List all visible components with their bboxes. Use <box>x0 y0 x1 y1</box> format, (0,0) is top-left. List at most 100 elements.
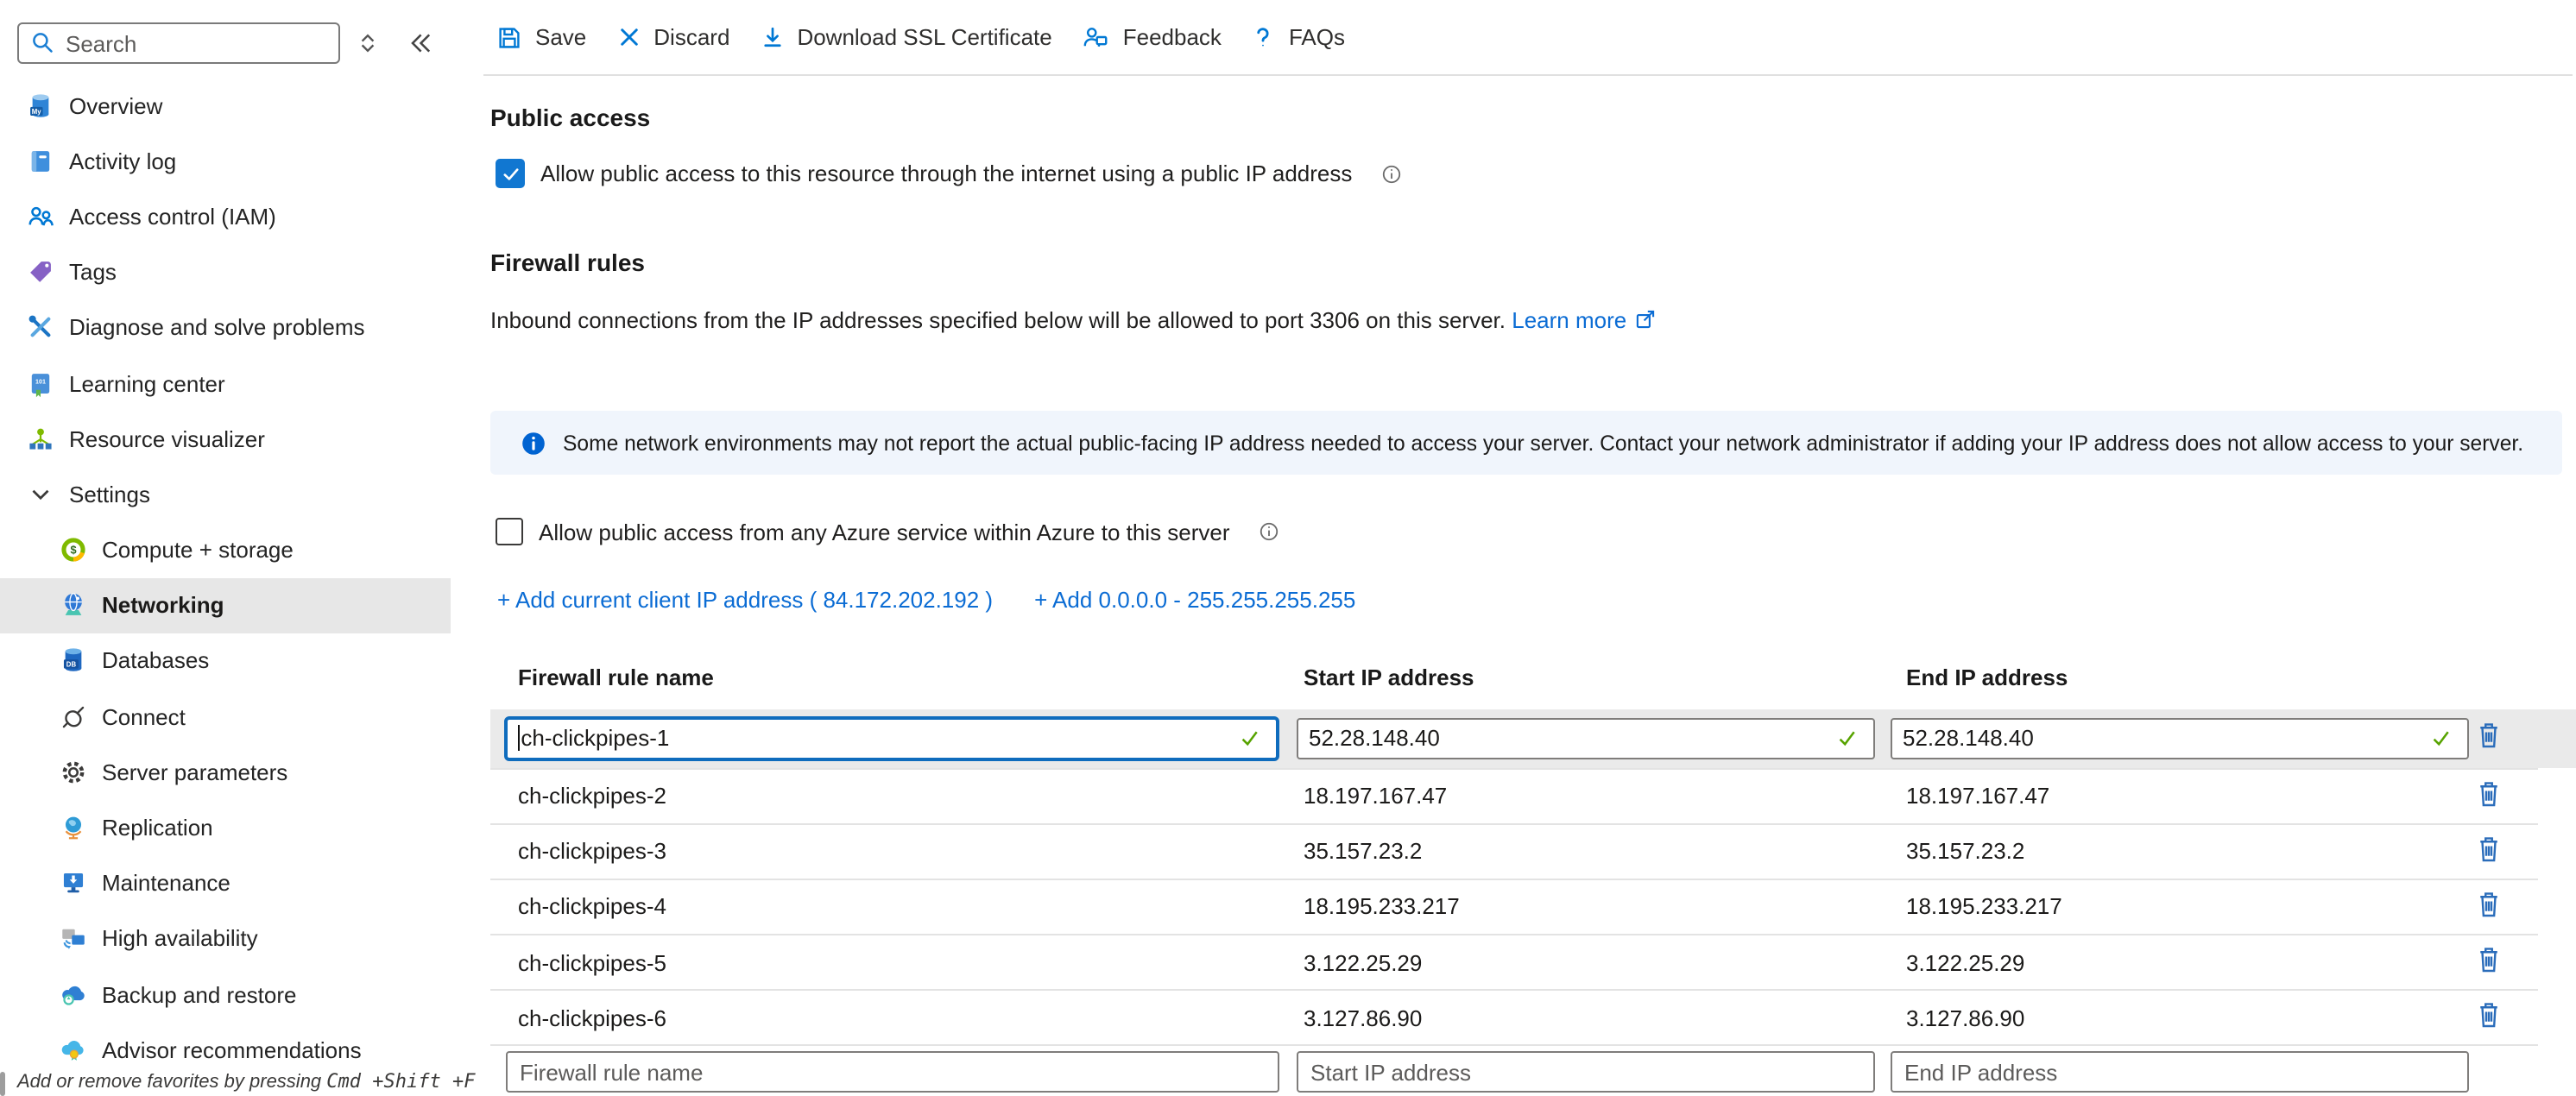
database-icon: DB <box>59 646 88 676</box>
svg-text:$: $ <box>70 544 76 557</box>
sidebar-item-replication[interactable]: Replication <box>0 800 451 855</box>
text-caret <box>518 725 520 751</box>
column-header-name: Firewall rule name <box>518 665 714 690</box>
sidebar-item-diagnose[interactable]: Diagnose and solve problems <box>0 300 451 356</box>
sidebar-item-compute-storage[interactable]: $ Compute + storage <box>0 522 451 577</box>
info-icon[interactable] <box>1380 161 1404 186</box>
new-rule-row <box>490 1041 2576 1094</box>
feedback-button[interactable]: Feedback <box>1082 22 1222 52</box>
sidebar-item-resource-visualizer[interactable]: Resource visualizer <box>0 411 451 466</box>
delete-rule-button[interactable] <box>2476 779 2502 809</box>
toolbar-divider <box>483 74 2573 76</box>
delete-rule-button[interactable] <box>2476 946 2502 975</box>
azure-services-checkbox-row: Allow public access from any Azure servi… <box>496 518 1282 545</box>
sidebar-group-settings[interactable]: Settings <box>0 467 451 522</box>
sidebar-search <box>17 22 340 64</box>
people-icon <box>26 202 55 231</box>
collapse-all-icon[interactable] <box>354 29 382 57</box>
plug-icon <box>59 702 88 731</box>
valid-check-icon <box>1238 726 1262 750</box>
scrollbar-sliver[interactable] <box>0 1072 5 1096</box>
discard-button[interactable]: Discard <box>616 24 729 50</box>
sidebar-item-connect[interactable]: Connect <box>0 689 451 744</box>
add-all-ips-link[interactable]: + Add 0.0.0.0 - 255.255.255.255 <box>1034 587 1355 613</box>
info-banner: Some network environments may not report… <box>490 411 2562 475</box>
sidebar-item-tags[interactable]: Tags <box>0 244 451 299</box>
sidebar-menu: My Overview Activity log Access control … <box>0 78 451 1078</box>
sidebar-item-server-parameters[interactable]: Server parameters <box>0 745 451 800</box>
table-row: ch-clickpipes-4 18.195.233.217 18.195.23… <box>490 880 2538 935</box>
high-availability-icon <box>59 924 88 954</box>
sidebar-item-activity-log[interactable]: Activity log <box>0 133 451 188</box>
collapse-sidebar-icon[interactable] <box>406 29 433 57</box>
table-row: ch-clickpipes-2 18.197.167.47 18.197.167… <box>490 769 2538 824</box>
valid-check-icon <box>2429 726 2453 750</box>
rule-name-input[interactable]: ch-clickpipes-1 <box>504 715 1279 760</box>
column-header-end-ip: End IP address <box>1906 665 2068 690</box>
public-access-checkbox-row: Allow public access to this resource thr… <box>496 159 1404 188</box>
azure-services-checkbox-label: Allow public access from any Azure servi… <box>539 519 1230 545</box>
maintenance-monitor-icon <box>59 868 88 898</box>
end-ip-input[interactable]: 52.28.148.40 <box>1891 717 2469 759</box>
search-icon <box>29 29 55 55</box>
advisor-icon <box>59 1036 88 1065</box>
search-input[interactable] <box>17 22 340 64</box>
firewall-rules-list: ch-clickpipes-2 18.197.167.47 18.197.167… <box>490 767 2538 1047</box>
sidebar-item-high-availability[interactable]: High availability <box>0 911 451 967</box>
sidebar-item-maintenance[interactable]: Maintenance <box>0 855 451 910</box>
firewall-edit-row: ch-clickpipes-1 52.28.148.40 52.28.148.4… <box>490 709 2576 767</box>
download-ssl-button[interactable]: Download SSL Certificate <box>759 24 1051 50</box>
command-bar: Save Discard Download SSL Certificate Fe… <box>496 0 1345 74</box>
external-link-icon <box>1633 307 1657 331</box>
valid-check-icon <box>1835 726 1859 750</box>
sidebar-item-databases[interactable]: DB Databases <box>0 633 451 689</box>
delete-rule-button[interactable] <box>2476 891 2502 920</box>
table-row: ch-clickpipes-3 35.157.23.2 35.157.23.2 <box>490 824 2538 879</box>
sidebar-item-networking[interactable]: Networking <box>0 577 451 633</box>
svg-text:DB: DB <box>66 661 77 669</box>
firewall-description: Inbound connections from the IP addresse… <box>490 307 1657 333</box>
learning-book-icon: 101 <box>26 368 55 398</box>
add-client-ip-link[interactable]: + Add current client IP address ( 84.172… <box>497 587 993 613</box>
save-icon <box>496 23 523 51</box>
activity-log-icon <box>26 147 55 176</box>
new-end-ip-input[interactable] <box>1891 1051 2469 1093</box>
globe-stand-icon <box>59 813 88 842</box>
chevron-down-icon <box>26 480 55 509</box>
start-ip-input[interactable]: 52.28.148.40 <box>1297 717 1875 759</box>
learn-more-link[interactable]: Learn more <box>1512 307 1626 333</box>
checkbox-unchecked[interactable] <box>496 518 523 545</box>
networking-globe-icon <box>59 591 88 620</box>
firewall-table-header: Firewall rule name Start IP address End … <box>490 665 2576 696</box>
delete-rule-button[interactable] <box>2476 721 2502 751</box>
checkbox-checked[interactable] <box>496 159 525 188</box>
delete-rule-button[interactable] <box>2476 1002 2502 1031</box>
sidebar-item-learning-center[interactable]: 101 Learning center <box>0 356 451 411</box>
save-button[interactable]: Save <box>496 23 586 51</box>
tag-icon <box>26 257 55 287</box>
question-icon <box>1251 24 1277 50</box>
info-filled-icon <box>520 429 547 457</box>
backup-cloud-icon <box>59 979 88 1009</box>
sidebar-item-backup-restore[interactable]: Backup and restore <box>0 967 451 1022</box>
sidebar-item-overview[interactable]: My Overview <box>0 78 451 133</box>
sidebar-item-access-control[interactable]: Access control (IAM) <box>0 189 451 244</box>
resource-tree-icon <box>26 424 55 453</box>
info-banner-text: Some network environments may not report… <box>563 431 2523 455</box>
sidebar: My Overview Activity log Access control … <box>0 0 451 1094</box>
add-links-row: + Add current client IP address ( 84.172… <box>497 587 1355 613</box>
mysql-server-icon: My <box>26 91 55 120</box>
info-icon[interactable] <box>1258 520 1282 544</box>
discard-x-icon <box>616 24 641 50</box>
table-row: ch-clickpipes-6 3.127.86.90 3.127.86.90 <box>490 992 2538 1047</box>
compute-storage-icon: $ <box>59 535 88 564</box>
new-start-ip-input[interactable] <box>1297 1051 1875 1093</box>
faqs-button[interactable]: FAQs <box>1251 24 1345 50</box>
new-rule-name-input[interactable] <box>506 1051 1279 1093</box>
delete-rule-button[interactable] <box>2476 835 2502 864</box>
page: My Overview Activity log Access control … <box>0 0 2576 1094</box>
firewall-rules-heading: Firewall rules <box>490 249 645 276</box>
public-access-checkbox-label: Allow public access to this resource thr… <box>540 161 1352 186</box>
table-row: ch-clickpipes-5 3.122.25.29 3.122.25.29 <box>490 935 2538 991</box>
svg-text:My: My <box>32 107 42 115</box>
